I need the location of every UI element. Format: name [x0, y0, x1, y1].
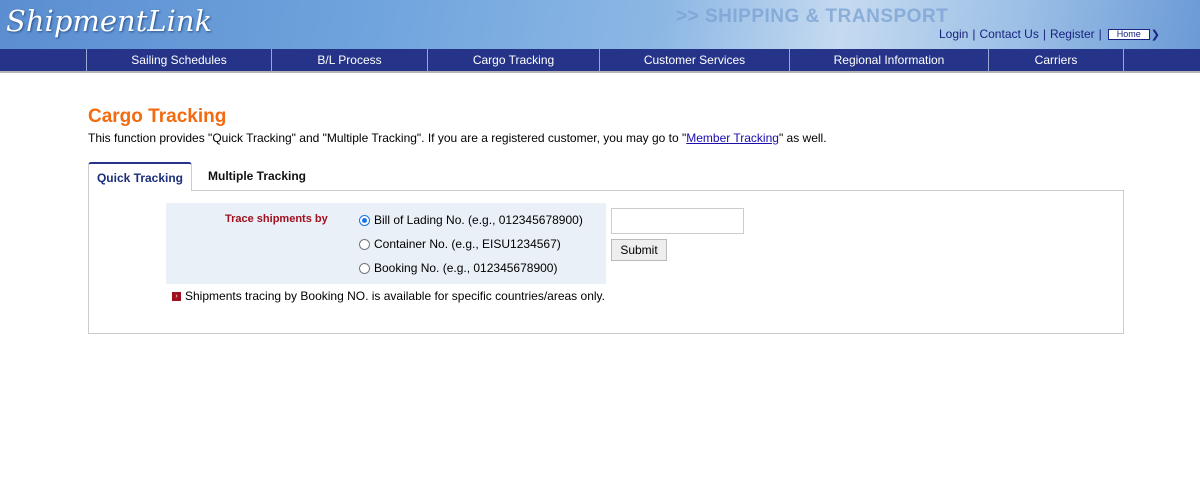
nav-cargo-tracking[interactable]: Cargo Tracking — [427, 49, 599, 72]
option-booking[interactable]: Booking No. (e.g., 012345678900) — [359, 261, 557, 275]
header-banner: ShipmentLink >> SHIPPING & TRANSPORT Log… — [0, 0, 1200, 49]
radio-booking[interactable] — [359, 262, 370, 274]
main-nav: Sailing Schedules B/L Process Cargo Trac… — [0, 49, 1200, 73]
page-description: This function provides "Quick Tracking" … — [88, 131, 827, 145]
tab-multiple-tracking[interactable]: Multiple Tracking — [208, 162, 306, 191]
option-bill-of-lading[interactable]: Bill of Lading No. (e.g., 012345678900) — [359, 213, 583, 227]
nav-sailing-schedules[interactable]: Sailing Schedules — [86, 49, 271, 72]
top-links: Login | Contact Us | Register | Home ❯ — [939, 27, 1160, 41]
note-text: Shipments tracing by Booking NO. is avai… — [185, 289, 605, 303]
quick-tracking-panel: Trace shipments by Bill of Lading No. (e… — [88, 190, 1124, 334]
desc-text: " as well. — [778, 131, 827, 145]
trace-form: Trace shipments by Bill of Lading No. (e… — [166, 203, 606, 284]
option-label: Booking No. (e.g., 012345678900) — [374, 261, 558, 275]
contact-us-link[interactable]: Contact Us — [979, 27, 1038, 41]
radio-container[interactable] — [359, 238, 370, 250]
option-label: Bill of Lading No. (e.g., 012345678900) — [374, 213, 583, 227]
arrow-bullet-icon: › — [172, 291, 181, 301]
shipmentlink-logo[interactable]: ShipmentLink — [6, 4, 212, 38]
slogan: >> SHIPPING & TRANSPORT — [676, 6, 949, 27]
page-title: Cargo Tracking — [88, 106, 227, 127]
nav-bl-process[interactable]: B/L Process — [271, 49, 427, 72]
tab-quick-tracking[interactable]: Quick Tracking — [88, 162, 192, 191]
member-tracking-link[interactable]: Member Tracking — [686, 131, 779, 145]
nav-carriers[interactable]: Carriers — [988, 49, 1124, 72]
nav-regional-information[interactable]: Regional Information — [789, 49, 988, 72]
trace-label: Trace shipments by — [225, 213, 328, 225]
separator: | — [1042, 27, 1046, 41]
tracking-number-input[interactable] — [611, 208, 744, 234]
home-button[interactable]: Home — [1107, 28, 1150, 40]
option-label: Container No. (e.g., EISU1234567) — [374, 237, 561, 251]
radio-bill-of-lading[interactable] — [359, 214, 370, 226]
nav-customer-services[interactable]: Customer Services — [599, 49, 789, 72]
register-link[interactable]: Register — [1050, 27, 1095, 41]
chevron-right-icon: ❯ — [1150, 28, 1160, 41]
login-link[interactable]: Login — [939, 27, 968, 41]
separator: | — [1098, 27, 1102, 41]
separator: | — [972, 27, 976, 41]
submit-button[interactable]: Submit — [611, 239, 667, 261]
desc-text: This function provides "Quick Tracking" … — [88, 131, 687, 145]
booking-note: › Shipments tracing by Booking NO. is ava… — [172, 289, 605, 303]
option-container[interactable]: Container No. (e.g., EISU1234567) — [359, 237, 561, 251]
